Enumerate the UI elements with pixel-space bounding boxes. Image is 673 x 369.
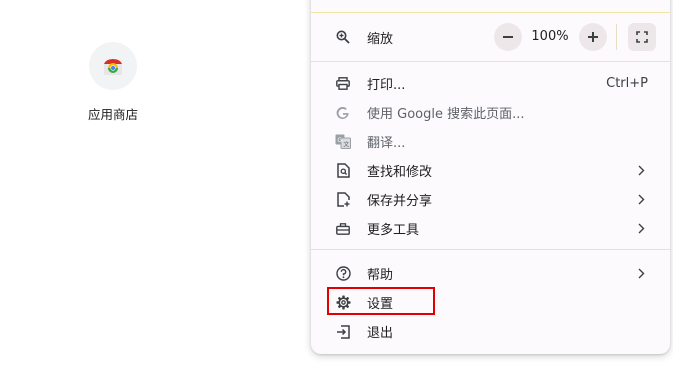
menu-item-settings[interactable]: 设置 [311,288,670,317]
zoom-magnifier-icon [335,29,351,45]
menu-item-search-page-google[interactable]: 使用 Google 搜索此页面... [311,98,670,127]
menu-item-save-share[interactable]: 保存并分享 [311,185,670,214]
print-label: 打印... [367,78,406,93]
menu-separator [311,61,670,62]
menu-item-exit[interactable]: 退出 [311,317,670,346]
zoom-level: 100% [531,29,569,44]
new-tab-page: 应用商店 缩放 100% 打印... Ctrl+P 使用 Google 搜索此页… [0,0,673,369]
menu-separator [311,249,670,250]
zoom-in-button[interactable] [579,23,607,51]
find-document-icon [335,163,351,179]
chevron-right-icon [636,165,646,177]
minus-icon [503,36,513,38]
zoom-divider [616,24,617,50]
chrome-web-store-icon [89,42,137,90]
zoom-row: 缩放 100% [311,22,670,52]
menu-separator [311,12,670,13]
menu-item-more-tools[interactable]: 更多工具 [311,214,670,243]
zoom-out-button[interactable] [494,23,522,51]
google-g-icon [335,105,351,121]
chevron-right-icon [636,268,646,280]
chevron-right-icon [636,223,646,235]
exit-label: 退出 [367,326,394,341]
plus-icon [588,32,598,42]
translate-icon: G 文 [335,134,351,150]
printer-icon [335,76,351,92]
exit-icon [335,324,351,340]
translate-label: 翻译... [367,136,406,151]
toolbox-icon [335,221,351,237]
help-circle-icon [335,266,351,282]
menu-item-translate[interactable]: G 文 翻译... [311,127,670,156]
search-page-label: 使用 Google 搜索此页面... [367,107,525,122]
svg-text:文: 文 [343,141,349,149]
app-store-shortcut[interactable]: 应用商店 [80,40,146,123]
find-edit-label: 查找和修改 [367,165,433,180]
save-share-label: 保存并分享 [367,194,433,209]
svg-text:G: G [337,137,342,144]
menu-item-print[interactable]: 打印... Ctrl+P [311,69,670,98]
fullscreen-button[interactable] [628,23,656,51]
gear-icon [335,295,351,311]
settings-label: 设置 [367,297,394,312]
more-tools-label: 更多工具 [367,223,420,238]
print-shortcut: Ctrl+P [606,76,648,91]
fullscreen-icon [636,31,648,43]
menu-item-find-edit[interactable]: 查找和修改 [311,156,670,185]
zoom-label: 缩放 [367,31,394,47]
menu-item-help[interactable]: 帮助 [311,259,670,288]
chevron-right-icon [636,194,646,206]
help-label: 帮助 [367,268,394,283]
app-store-label: 应用商店 [87,107,138,122]
chrome-main-menu: 缩放 100% 打印... Ctrl+P 使用 Google 搜索此页面... … [311,0,670,354]
save-share-document-icon [335,192,351,208]
